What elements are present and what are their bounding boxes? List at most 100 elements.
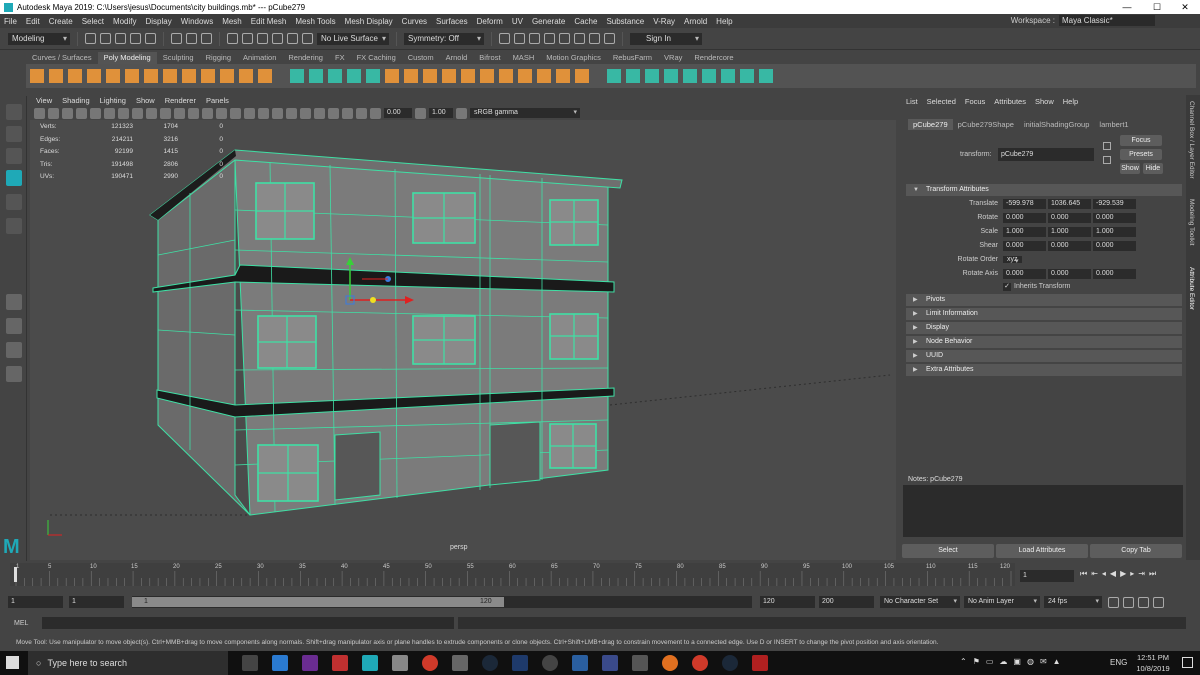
menu-create[interactable]: Create (49, 17, 73, 26)
notes-textarea[interactable] (903, 485, 1183, 537)
show-button[interactable]: Show (1120, 163, 1140, 174)
viewport-menu-panels[interactable]: Panels (206, 96, 229, 105)
poly-cube-icon[interactable] (49, 69, 63, 83)
combine-icon[interactable] (290, 69, 304, 83)
go-to-end-icon[interactable]: ⏭ (1149, 569, 1156, 579)
boolean-icon[interactable] (347, 69, 361, 83)
isolate-select-icon[interactable] (314, 107, 325, 119)
ae-menu-focus[interactable]: Focus (965, 97, 985, 106)
render-setup-icon[interactable] (574, 33, 585, 44)
shelf-tab-motion-graphics[interactable]: Motion Graphics (540, 52, 607, 64)
taskbar-search-box[interactable]: ○ Type here to search (28, 651, 228, 675)
snap-curve-icon[interactable] (242, 33, 253, 44)
ae-menu-help[interactable]: Help (1063, 97, 1078, 106)
rotate-order-dropdown[interactable]: xyz (1003, 256, 1022, 263)
minimize-button[interactable]: — (1114, 0, 1140, 14)
focus-button[interactable]: Focus (1120, 135, 1162, 146)
star-icon[interactable] (220, 69, 234, 83)
ipr-render-icon[interactable] (529, 33, 540, 44)
attribute-editor-tab[interactable]: Attribute Editor (1188, 267, 1195, 310)
workspace-dropdown[interactable]: Maya Classic* (1059, 15, 1155, 26)
sign-in-button[interactable]: Sign In (630, 32, 702, 45)
section-pivots[interactable]: Pivots (906, 294, 1182, 306)
rotate-y-field[interactable]: 0.000 (1048, 213, 1091, 223)
store-icon[interactable] (392, 655, 408, 671)
checker-icon[interactable] (721, 69, 735, 83)
poly-cone-icon[interactable] (87, 69, 101, 83)
shear-y-field[interactable]: 0.000 (1048, 241, 1091, 251)
menu-vray[interactable]: V-Ray (653, 17, 675, 26)
menu-mesh-tools[interactable]: Mesh Tools (295, 17, 335, 26)
shadows-icon[interactable] (244, 107, 255, 119)
anim-prefs-icon[interactable] (1153, 596, 1164, 608)
gamma-icon[interactable] (415, 107, 426, 119)
bridge-icon[interactable] (404, 69, 418, 83)
magnet-icon[interactable] (302, 33, 313, 44)
menu-modify[interactable]: Modify (113, 17, 137, 26)
render-view-icon[interactable] (514, 33, 525, 44)
building-mesh[interactable] (30, 120, 896, 560)
snap-live-icon[interactable] (287, 33, 298, 44)
current-frame-field[interactable]: 1 (1020, 570, 1074, 582)
calculator-icon[interactable] (452, 655, 468, 671)
edge-icon[interactable] (272, 655, 288, 671)
menu-edit[interactable]: Edit (26, 17, 40, 26)
render-settings-icon[interactable] (544, 33, 555, 44)
app-icon-3[interactable] (572, 655, 588, 671)
section-limit-information[interactable]: Limit Information (906, 308, 1182, 320)
multi-cut-icon[interactable] (740, 69, 754, 83)
render-frame-icon[interactable] (499, 33, 510, 44)
tab-lambert1[interactable]: lambert1 (1094, 119, 1133, 130)
menu-cache[interactable]: Cache (574, 17, 597, 26)
separate-icon[interactable] (309, 69, 323, 83)
anti-alias-icon[interactable] (286, 107, 297, 119)
menu-select[interactable]: Select (82, 17, 104, 26)
exposure-field[interactable]: 0.00 (384, 108, 412, 118)
select-component-icon[interactable] (201, 33, 212, 44)
viewport-menu-lighting[interactable]: Lighting (100, 96, 126, 105)
blender-icon[interactable] (662, 655, 678, 671)
poly-plane-icon[interactable] (125, 69, 139, 83)
undo-icon[interactable] (130, 33, 141, 44)
planar-uv-icon[interactable] (607, 69, 621, 83)
chrome-icon-2[interactable] (692, 655, 708, 671)
dota-icon[interactable] (752, 655, 768, 671)
menu-curves[interactable]: Curves (402, 17, 427, 26)
rotate-z-field[interactable]: 0.000 (1093, 213, 1136, 223)
visual-studio-icon[interactable] (602, 655, 618, 671)
select-object-icon[interactable] (186, 33, 197, 44)
screen-space-ao-icon[interactable] (258, 107, 269, 119)
new-scene-icon[interactable] (85, 33, 96, 44)
tab-pcube279-shape[interactable]: pCube279Shape (953, 119, 1019, 130)
poly-sphere-icon[interactable] (30, 69, 44, 83)
sphere-icon[interactable] (201, 69, 215, 83)
shelf-tab-mash[interactable]: MASH (507, 52, 541, 64)
premiere-icon[interactable] (302, 655, 318, 671)
symmetry-dropdown[interactable]: Symmetry: Off (404, 32, 484, 45)
shelf-tab-fx-caching[interactable]: FX Caching (351, 52, 402, 64)
two-view-layout-icon[interactable] (6, 342, 22, 358)
circularize-icon[interactable] (518, 69, 532, 83)
load-attributes-button[interactable]: Load Attributes (996, 544, 1088, 558)
step-back-key-icon[interactable]: ⇤ (1091, 569, 1098, 579)
field-chart-icon[interactable] (132, 107, 143, 119)
section-extra-attributes[interactable]: Extra Attributes (906, 364, 1182, 376)
live-surface-dropdown[interactable]: No Live Surface (317, 32, 389, 45)
shelf-tab-rigging[interactable]: Rigging (200, 52, 237, 64)
platonic-solid-icon[interactable] (163, 69, 177, 83)
menu-substance[interactable]: Substance (606, 17, 644, 26)
sew-uv-icon[interactable] (683, 69, 697, 83)
bookmark-icon[interactable] (48, 107, 59, 119)
bevel-icon[interactable] (423, 69, 437, 83)
animation-end-field[interactable]: 200 (819, 596, 874, 608)
viewport-menu-renderer[interactable]: Renderer (165, 96, 196, 105)
translate-z-field[interactable]: -929.539 (1093, 199, 1136, 209)
translate-x-field[interactable]: -599.978 (1003, 199, 1046, 209)
pause-icon[interactable] (604, 33, 615, 44)
task-view-icon[interactable] (242, 655, 258, 671)
menu-windows[interactable]: Windows (181, 17, 213, 26)
range-slider-handle[interactable] (132, 597, 504, 607)
shelf-tab-sculpting[interactable]: Sculpting (157, 52, 200, 64)
steam-icon[interactable] (482, 655, 498, 671)
loop-icon[interactable] (1108, 596, 1119, 608)
